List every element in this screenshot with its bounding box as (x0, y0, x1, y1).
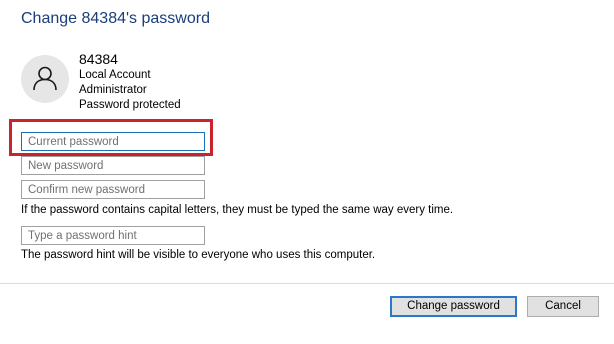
footer-divider (0, 283, 614, 284)
password-hint-input[interactable] (21, 226, 205, 245)
cancel-button[interactable]: Cancel (527, 296, 599, 317)
dialog-title: Change 84384's password (21, 10, 210, 27)
account-role: Administrator (79, 84, 147, 96)
capital-letters-note: If the password contains capital letters… (21, 204, 454, 216)
account-type: Local Account (79, 69, 151, 81)
account-name: 84384 (79, 51, 118, 67)
current-password-input[interactable] (21, 132, 205, 151)
user-avatar (21, 55, 69, 103)
change-password-button[interactable]: Change password (390, 296, 517, 317)
hint-visibility-note: The password hint will be visible to eve… (21, 249, 376, 261)
new-password-input[interactable] (21, 156, 205, 175)
confirm-password-input[interactable] (21, 180, 205, 199)
user-icon (33, 66, 57, 91)
account-status: Password protected (79, 99, 181, 111)
